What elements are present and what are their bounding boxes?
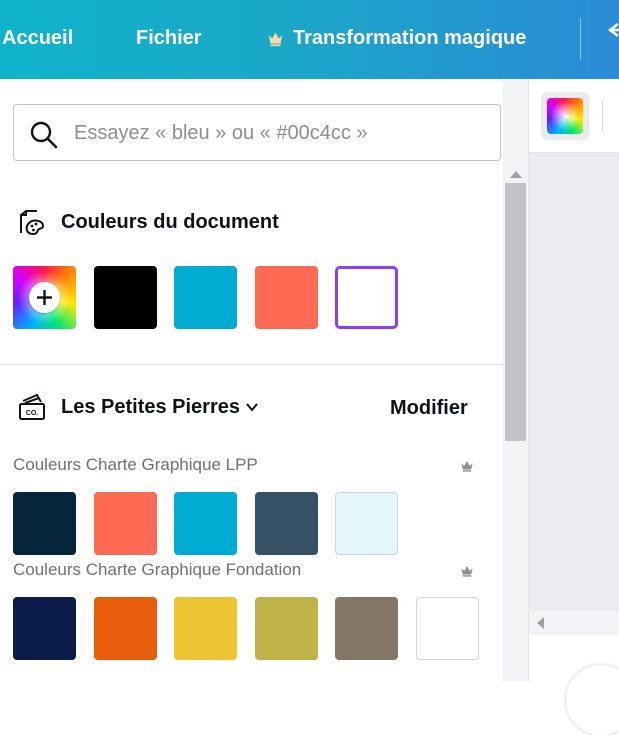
nav-divider: [580, 18, 581, 60]
palette-color-swatch[interactable]: [335, 492, 398, 555]
color-search-box[interactable]: [13, 104, 501, 161]
crown-icon: [461, 461, 473, 472]
crown-icon: [268, 32, 283, 46]
plus-icon: [37, 290, 52, 305]
document-color-swatch[interactable]: [255, 266, 318, 329]
document-colors-title: Couleurs du document: [61, 210, 279, 233]
palette-color-swatch[interactable]: [13, 492, 76, 555]
add-color-swatch[interactable]: [13, 266, 76, 329]
palette-color-swatch[interactable]: [174, 597, 237, 660]
scroll-up-arrow-icon[interactable]: [510, 171, 522, 178]
palette-color-swatch[interactable]: [255, 597, 318, 660]
scrollbar-thumb[interactable]: [505, 183, 526, 441]
document-color-swatch-selected[interactable]: [335, 266, 398, 329]
editor-canvas-area[interactable]: [529, 153, 619, 611]
palette-color-swatch[interactable]: [13, 597, 76, 660]
palette-color-swatch[interactable]: [416, 597, 479, 660]
document-color-swatch[interactable]: [174, 266, 237, 329]
brand-kit-selector[interactable]: CO. Les Petites Pierres: [17, 392, 260, 422]
rainbow-color-icon: [547, 98, 583, 134]
nav-fichier[interactable]: Fichier: [136, 24, 202, 52]
horizontal-scrollbar[interactable]: [529, 611, 619, 635]
palette-color-swatch[interactable]: [335, 597, 398, 660]
search-icon: [30, 121, 58, 149]
palette-color-swatch[interactable]: [174, 492, 237, 555]
section-divider: [0, 364, 503, 365]
top-navigation-bar: Accueil Fichier Transformation magique: [0, 0, 619, 79]
brand-kit-icon: CO.: [19, 393, 45, 420]
palette-document-icon: [20, 210, 45, 236]
brand-kit-name: Les Petites Pierres: [61, 395, 240, 418]
palette-label: Couleurs Charte Graphique Fondation: [13, 560, 302, 579]
arrow-left-icon[interactable]: [604, 20, 619, 40]
document-color-swatch[interactable]: [94, 266, 157, 329]
palette-color-swatch[interactable]: [94, 597, 157, 660]
document-colors-header: Couleurs du document: [17, 207, 279, 237]
nav-accueil[interactable]: Accueil: [2, 24, 73, 52]
text-color-button[interactable]: [541, 92, 589, 140]
palette-color-swatch[interactable]: [255, 492, 318, 555]
scroll-left-arrow-icon[interactable]: [537, 617, 544, 629]
vertical-scrollbar[interactable]: [503, 79, 528, 681]
chevron-down-icon: [246, 403, 258, 412]
crown-icon: [461, 566, 473, 577]
plus-icon-wrapper: [29, 282, 60, 313]
nav-transformation-magique[interactable]: Transformation magique: [267, 24, 526, 52]
nav-transformation-magique-label: Transformation magique: [293, 27, 527, 49]
edit-brand-button[interactable]: Modifier: [390, 397, 468, 420]
color-search-input[interactable]: [72, 115, 496, 151]
toolbar-divider: [602, 100, 603, 132]
palette-label: Couleurs Charte Graphique LPP: [13, 455, 258, 474]
svg-text:CO.: CO.: [26, 410, 39, 417]
color-panel: Couleurs du document CO. Les Petites Pie…: [0, 79, 529, 681]
palette-color-swatch[interactable]: [94, 492, 157, 555]
